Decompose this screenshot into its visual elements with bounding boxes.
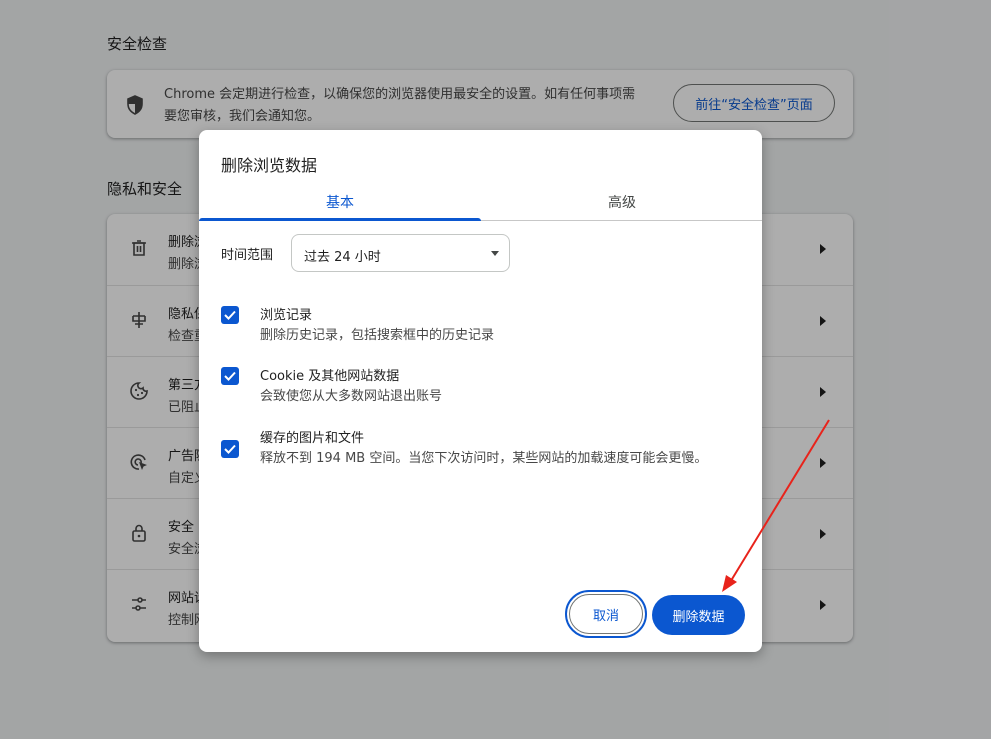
time-range-label: 时间范围 [221, 248, 274, 263]
browsing-history-checkbox[interactable] [221, 306, 239, 324]
option-title: Cookie 及其他网站数据 [260, 369, 400, 384]
tab-advanced[interactable]: 高级 [481, 184, 763, 220]
option-title: 缓存的图片和文件 [260, 431, 365, 446]
tab-basic[interactable]: 基本 [199, 184, 481, 221]
clear-browsing-data-dialog: 删除浏览数据 基本 高级 时间范围 过去 24 小时 浏览记录 删除历史记录，包… [199, 130, 762, 652]
tab-label: 高级 [608, 195, 636, 211]
checkmark-icon [224, 310, 236, 320]
option-subtitle: 会致使您从大多数网站退出账号 [260, 389, 443, 404]
cookies-checkbox[interactable] [221, 367, 239, 385]
cancel-button[interactable]: 取消 [565, 590, 647, 638]
time-range-value: 过去 24 小时 [304, 250, 381, 265]
dialog-title: 删除浏览数据 [221, 156, 318, 175]
tab-label: 基本 [326, 195, 354, 211]
option-subtitle: 释放不到 194 MB 空间。当您下次访问时，某些网站的加载速度可能会更慢。 [260, 451, 708, 466]
active-tab-indicator [199, 218, 481, 221]
cached-files-checkbox[interactable] [221, 440, 239, 458]
time-range-select[interactable]: 过去 24 小时 [291, 234, 510, 272]
checkmark-icon [224, 371, 236, 381]
checkmark-icon [224, 444, 236, 454]
option-title: 浏览记录 [260, 308, 313, 323]
option-subtitle: 删除历史记录，包括搜索框中的历史记录 [260, 328, 495, 343]
dialog-tabs: 基本 高级 [199, 184, 762, 221]
delete-data-button[interactable]: 删除数据 [652, 595, 745, 635]
dropdown-caret-icon [491, 251, 499, 256]
